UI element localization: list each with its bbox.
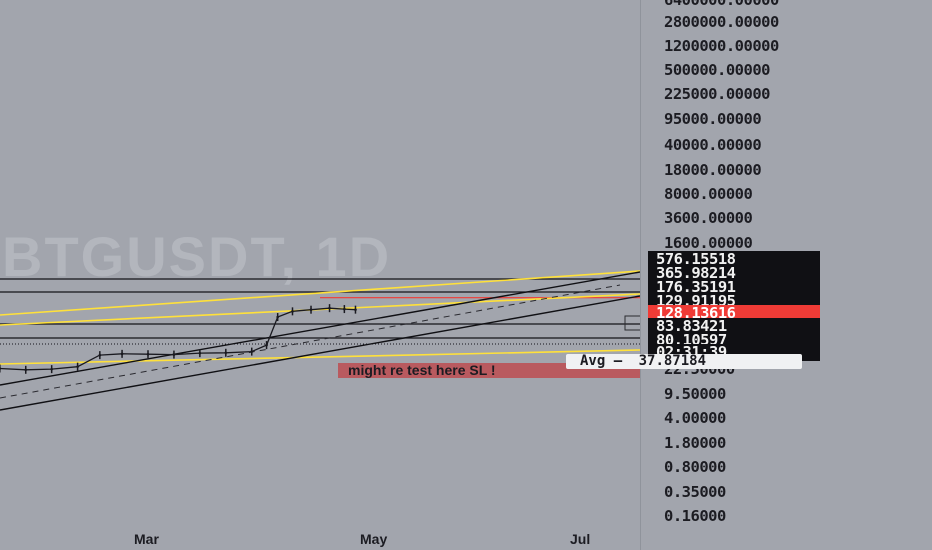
price-point [265, 343, 268, 347]
y-tick-label: 40000.00000 [664, 136, 762, 154]
x-tick-label: May [360, 531, 388, 547]
y-tick-label: 9.50000 [664, 385, 726, 403]
y-tick-label: 0.35000 [664, 483, 726, 501]
avg-price-tag: Avg – 37.87184 [566, 354, 802, 369]
y-tick-label: 500000.00000 [664, 61, 770, 79]
price-point [24, 368, 28, 372]
price-axis-divider [640, 0, 641, 550]
y-tick-label: 1200000.00000 [664, 37, 779, 55]
y-tick-label: 0.16000 [664, 507, 726, 525]
y-tick-label: 4.00000 [664, 409, 726, 427]
price-point [224, 351, 228, 355]
price-point [172, 353, 176, 356]
price-point [343, 307, 346, 311]
y-tick-label: 3600.00000 [664, 209, 753, 227]
price-point [120, 352, 124, 356]
channel-median-line [0, 284, 621, 399]
y-tick-label: 95000.00000 [664, 110, 762, 128]
price-point [50, 367, 53, 371]
price-chart[interactable] [0, 0, 640, 550]
y-tick-label: 225000.00000 [664, 85, 770, 103]
y-tick-label: 8000.00000 [664, 185, 753, 203]
price-point [354, 308, 357, 311]
y-tick-label: 1.80000 [664, 434, 726, 452]
price-point [250, 350, 254, 353]
price-point [0, 367, 2, 370]
x-tick-label: Mar [134, 531, 159, 547]
avg-dash: – [613, 353, 631, 369]
y-tick-label: 0.80000 [664, 458, 726, 476]
chart-area[interactable]: BTGUSDT, 1D [0, 0, 640, 550]
price-point [98, 353, 102, 357]
y-tick-label: 18000.00000 [664, 161, 762, 179]
avg-value: 37.87184 [638, 353, 707, 369]
price-point [309, 308, 313, 311]
price-point [198, 351, 202, 355]
price-marker-box [624, 315, 640, 331]
y-tick-label: 2800000.00000 [664, 13, 779, 31]
price-point [328, 306, 331, 310]
channel-lower-line [0, 295, 640, 411]
price-point [291, 310, 294, 313]
avg-label: Avg [580, 353, 606, 369]
x-tick-label: Jul [570, 531, 591, 547]
price-point [146, 352, 150, 356]
price-point [76, 365, 79, 368]
y-tick-label: 6400000.00000 [664, 0, 779, 9]
price-point [276, 315, 279, 319]
